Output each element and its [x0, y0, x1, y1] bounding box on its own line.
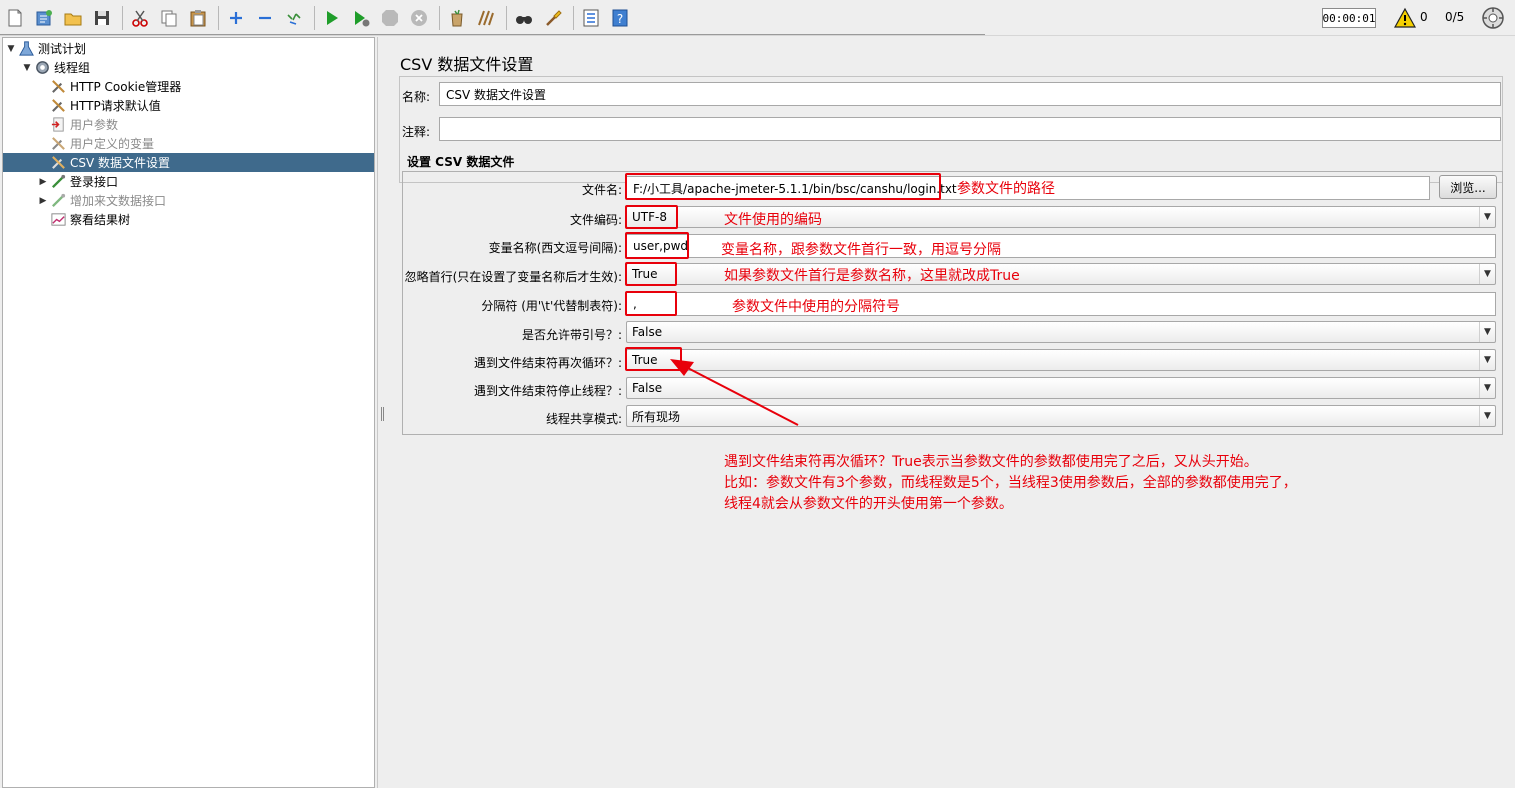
config-element-icon	[49, 97, 67, 115]
shutdown-icon[interactable]	[408, 7, 430, 29]
stop-thread-eof-value: False	[632, 381, 663, 395]
toggle-icon[interactable]	[283, 7, 305, 29]
tree-node-thread-group[interactable]: ▼ 线程组	[21, 58, 374, 77]
splitter-grip[interactable]	[381, 407, 384, 421]
open-icon[interactable]	[62, 7, 84, 29]
browse-button[interactable]: 浏览...	[1439, 175, 1497, 199]
dropdown-arrow-icon[interactable]: ▼	[1479, 322, 1495, 342]
clear-icon[interactable]	[446, 7, 468, 29]
sampler-icon	[49, 192, 67, 210]
reset-search-icon[interactable]	[542, 7, 564, 29]
allow-quoted-value: False	[632, 325, 663, 339]
toolbar-separator	[218, 6, 219, 30]
templates-icon[interactable]	[33, 7, 55, 29]
csv-labels: 文件名: 文件编码: 变量名称(西文逗号间隔): 忽略首行(只在设置了变量名称后…	[389, 37, 622, 437]
tree-node-add-data-sampler[interactable]: ▶ 增加来文数据接口	[37, 191, 374, 210]
config-element-icon	[49, 135, 67, 153]
tree-node-test-plan[interactable]: ▼ 测试计划	[5, 39, 374, 58]
remote-engines-icon[interactable]	[1481, 6, 1505, 30]
note-line: 遇到文件结束符再次循环？True表示当参数文件的参数都使用完了之后，又从头开始。	[724, 454, 1258, 470]
collapsed-arrow-icon[interactable]: ▶	[37, 177, 49, 187]
tree-node-user-defined-variables[interactable]: 用户定义的变量	[49, 134, 374, 153]
delimiter-label: 分隔符 (用'\t'代替制表符):	[481, 299, 622, 313]
sampler-icon	[49, 173, 67, 191]
dropdown-arrow-icon[interactable]: ▼	[1479, 378, 1495, 398]
varnames-annotation: 变量名称，跟参数文件首行一致，用逗号分隔	[721, 242, 1001, 258]
warning-icon[interactable]	[1394, 7, 1416, 29]
elapsed-timer: 00:00:01	[1322, 8, 1376, 28]
config-element-icon	[49, 154, 67, 172]
tree-node-view-results-tree[interactable]: 察看结果树	[49, 210, 374, 229]
recycle-explanation-note: 遇到文件结束符再次循环？True表示当参数文件的参数都使用完了之后，又从头开始。…	[724, 452, 1297, 515]
tree-node-login-sampler[interactable]: ▶ 登录接口	[37, 172, 374, 191]
annotation-arrow	[670, 359, 799, 426]
dropdown-arrow-icon[interactable]: ▼	[1479, 406, 1495, 426]
note-line: 线程4就会从参数文件的开头使用第一个参数。	[724, 496, 1013, 512]
test-plan-icon	[17, 40, 35, 58]
stop-icon[interactable]	[379, 7, 401, 29]
help-icon[interactable]: ?	[609, 7, 631, 29]
toolbar-separator	[573, 6, 574, 30]
encoding-label: 文件编码:	[569, 213, 622, 227]
tree-node-user-parameters[interactable]: 用户参数	[49, 115, 374, 134]
save-icon[interactable]	[91, 7, 113, 29]
tree-node-csv-data-set[interactable]: CSV 数据文件设置	[3, 153, 374, 172]
listener-icon	[49, 211, 67, 229]
collapse-icon[interactable]	[254, 7, 276, 29]
delimiter-annotation: 参数文件中使用的分隔符号	[732, 299, 900, 315]
toolbar-buttons: ?	[4, 5, 638, 31]
recycle-eof-value: True	[632, 353, 658, 367]
panel-splitter[interactable]	[377, 37, 387, 788]
toolbar-separator	[314, 6, 315, 30]
toolbar-divider	[0, 34, 985, 35]
tree-node-cookie-manager[interactable]: HTTP Cookie管理器	[49, 77, 374, 96]
test-plan-tree[interactable]: ▼ 测试计划 ▼ 线程组 HTTP Cookie管理器 HTTP请求默认值 用户…	[2, 37, 375, 788]
recycle-eof-label: 遇到文件结束符再次循环？:	[473, 356, 622, 370]
varnames-label: 变量名称(西文逗号间隔):	[488, 241, 622, 255]
start-icon[interactable]	[321, 7, 343, 29]
allow-quoted-label: 是否允许带引号？:	[521, 328, 622, 342]
note-line: 比如：参数文件有3个参数，而线程数是5个，当线程3使用参数后，全部的参数都使用完…	[724, 475, 1297, 491]
collapsed-arrow-icon[interactable]: ▶	[37, 196, 49, 206]
allow-quoted-combo[interactable]: False ▼	[626, 321, 1496, 343]
dropdown-arrow-icon[interactable]: ▼	[1479, 207, 1495, 227]
paste-icon[interactable]	[187, 7, 209, 29]
thread-group-icon	[33, 59, 51, 77]
active-threads: 0/5	[1445, 10, 1465, 24]
sharing-mode-label: 线程共享模式:	[545, 412, 622, 426]
csv-config-panel: CSV 数据文件设置 名称: CSV 数据文件设置 注释: 设置 CSV 数据文…	[389, 37, 1515, 788]
function-helper-icon[interactable]	[580, 7, 602, 29]
warning-count: 0	[1420, 10, 1428, 24]
preprocessor-icon	[49, 116, 67, 134]
ignore-first-annotation: 如果参数文件首行是参数名称，这里就改成True	[724, 268, 1020, 284]
toolbar-separator	[122, 6, 123, 30]
config-element-icon	[49, 78, 67, 96]
new-icon[interactable]	[4, 7, 26, 29]
encoding-annotation: 文件使用的编码	[724, 212, 822, 228]
encoding-value: UTF-8	[632, 210, 667, 224]
toolbar-separator	[439, 6, 440, 30]
clear-all-icon[interactable]	[475, 7, 497, 29]
start-no-pause-icon[interactable]	[350, 7, 372, 29]
copy-icon[interactable]	[158, 7, 180, 29]
dropdown-arrow-icon[interactable]: ▼	[1479, 264, 1495, 284]
expand-icon[interactable]	[225, 7, 247, 29]
toolbar: ? 00:00:01 0 0/5	[0, 0, 1515, 36]
expanded-arrow-icon[interactable]: ▼	[21, 63, 33, 73]
tree-node-http-defaults[interactable]: HTTP请求默认值	[49, 96, 374, 115]
stop-thread-eof-label: 遇到文件结束符停止线程？:	[473, 384, 622, 398]
filename-annotation: 参数文件的路径	[957, 181, 1055, 197]
filename-label: 文件名:	[581, 183, 622, 197]
search-icon[interactable]	[513, 7, 535, 29]
svg-text:?: ?	[617, 12, 623, 26]
ignore-first-line-value: True	[632, 267, 658, 281]
dropdown-arrow-icon[interactable]: ▼	[1479, 350, 1495, 370]
expanded-arrow-icon[interactable]: ▼	[5, 44, 17, 54]
toolbar-separator	[506, 6, 507, 30]
ignore-first-line-label: 忽略首行(只在设置了变量名称后才生效):	[404, 270, 622, 284]
cut-icon[interactable]	[129, 7, 151, 29]
